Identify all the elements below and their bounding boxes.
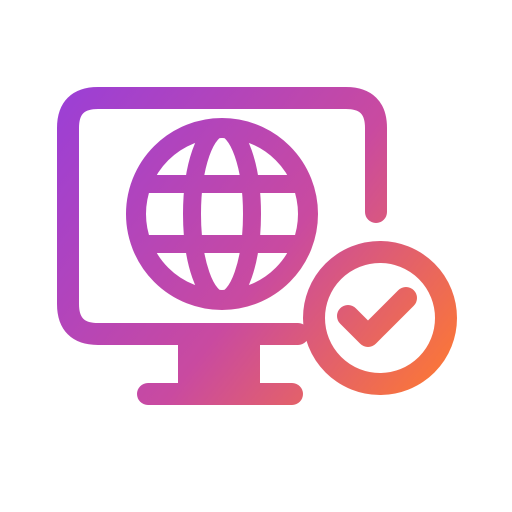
web-monitor-verified-icon (57, 87, 457, 405)
globe-icon (126, 118, 318, 310)
globe-meridian (183, 119, 261, 309)
check-icon (337, 287, 417, 347)
icon-canvas (0, 0, 512, 512)
monitor-stand (178, 334, 260, 396)
